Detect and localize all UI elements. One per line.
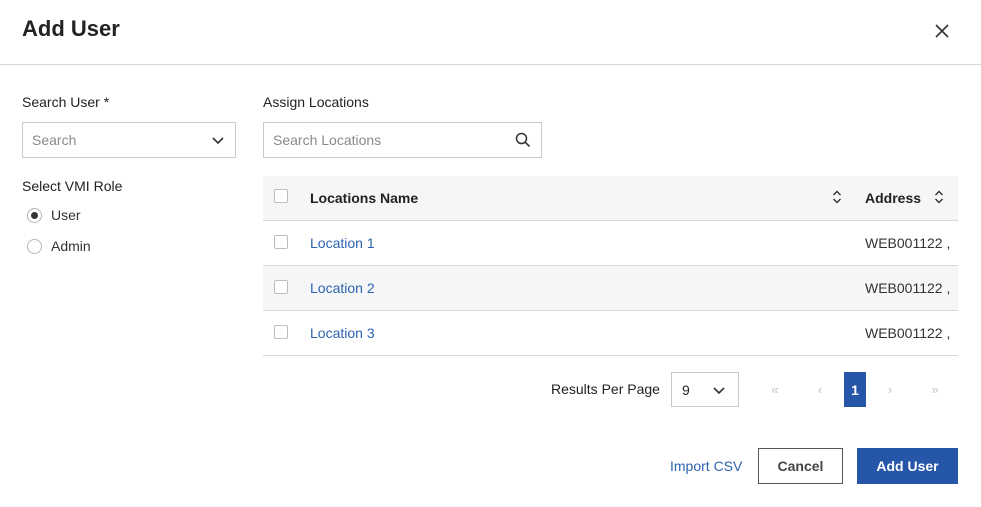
radio-button[interactable]: [27, 238, 42, 254]
row-checkbox[interactable]: [274, 325, 288, 339]
first-page-button[interactable]: «: [764, 372, 786, 407]
location-name-link[interactable]: Location 3: [310, 325, 375, 341]
role-option-label: User: [51, 207, 81, 223]
chevron-down-icon[interactable]: [211, 133, 225, 152]
select-all-checkbox[interactable]: [274, 189, 288, 203]
role-option-user[interactable]: User: [27, 207, 81, 223]
results-per-page-select[interactable]: 9: [671, 372, 739, 407]
location-name-link[interactable]: Location 1: [310, 235, 375, 251]
search-icon[interactable]: [515, 132, 531, 153]
close-icon[interactable]: [930, 19, 954, 43]
sort-icon[interactable]: [832, 190, 842, 209]
location-address: WEB001122 ,: [865, 235, 951, 251]
search-locations-field[interactable]: [263, 122, 542, 158]
role-option-admin[interactable]: Admin: [27, 238, 91, 254]
assign-locations-label: Assign Locations: [263, 94, 369, 110]
radio-button[interactable]: [27, 207, 42, 223]
role-label: Select VMI Role: [22, 178, 123, 194]
last-page-button[interactable]: »: [924, 372, 946, 407]
row-checkbox[interactable]: [274, 235, 288, 249]
dialog-title: Add User: [22, 16, 120, 41]
location-address: WEB001122 ,: [865, 280, 951, 296]
dialog-header: Add User: [0, 0, 981, 65]
column-header-name[interactable]: Locations Name: [310, 190, 418, 206]
table-header: Locations Name Address: [263, 176, 958, 221]
row-checkbox[interactable]: [274, 280, 288, 294]
page-button-current[interactable]: 1: [844, 372, 866, 407]
location-address: WEB001122 ,: [865, 325, 951, 341]
search-user-dropdown[interactable]: [22, 122, 236, 158]
search-user-input[interactable]: [23, 123, 193, 157]
table-row: Location 2 WEB001122 ,: [263, 266, 958, 311]
radio-selected-dot: [31, 211, 38, 219]
results-per-page-value: 9: [682, 382, 690, 398]
cancel-button[interactable]: Cancel: [758, 448, 843, 484]
table-row: Location 1 WEB001122 ,: [263, 221, 958, 266]
role-option-label: Admin: [51, 238, 91, 254]
sort-icon[interactable]: [934, 190, 944, 209]
next-page-button[interactable]: ›: [879, 372, 901, 407]
results-per-page-label: Results Per Page: [551, 381, 660, 397]
import-csv-link[interactable]: Import CSV: [670, 458, 742, 474]
table-row: Location 3 WEB001122 ,: [263, 311, 958, 356]
location-name-link[interactable]: Location 2: [310, 280, 375, 296]
locations-table: Locations Name Address Location 1 WEB001…: [263, 176, 958, 356]
chevron-down-icon[interactable]: [712, 383, 726, 402]
search-locations-input[interactable]: [264, 123, 504, 157]
prev-page-button[interactable]: ‹: [809, 372, 831, 407]
add-user-button[interactable]: Add User: [857, 448, 958, 484]
search-user-label: Search User *: [22, 94, 110, 110]
column-header-address[interactable]: Address: [865, 190, 921, 206]
